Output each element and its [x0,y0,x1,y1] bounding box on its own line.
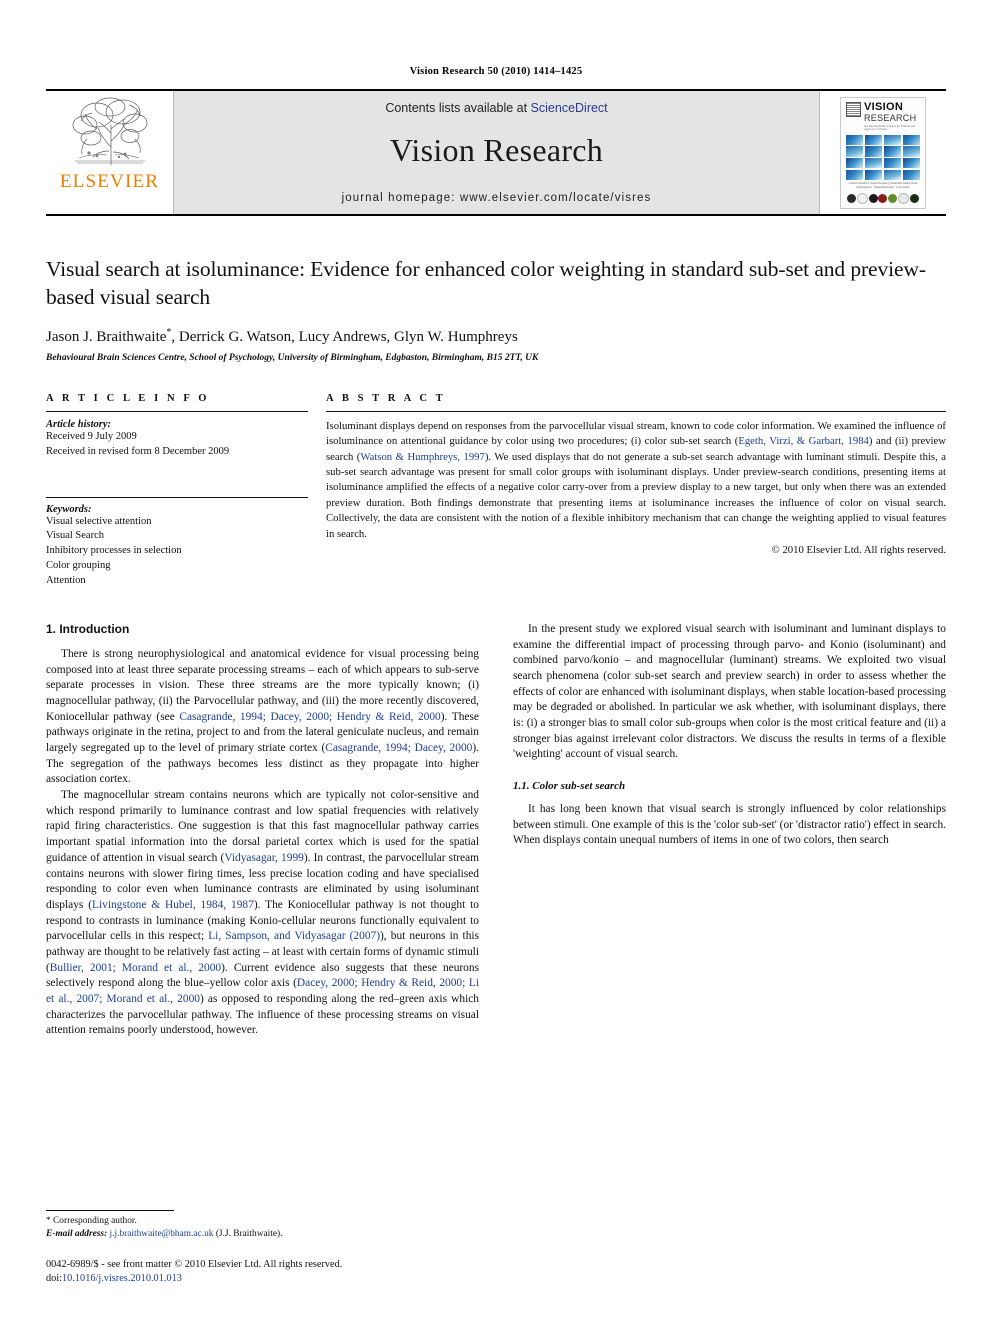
abstract-text: Isoluminant displays depend on responses… [326,419,946,542]
email-note: E-mail address: j.j.braithwaite@bham.ac.… [46,1228,479,1242]
author-first: Jason J. Braithwaite [46,328,167,345]
journal-masthead: ELSEVIER Contents lists available at Sci… [46,89,946,216]
copyright-line: © 2010 Elsevier Ltd. All rights reserved… [771,544,946,556]
divider [46,496,308,498]
footer-block: 0042-6989/$ - see front matter © 2010 El… [46,1258,479,1287]
doi-link[interactable]: 10.1016/j.visres.2010.01.013 [62,1273,182,1284]
citation-link[interactable]: Vidyasagar, 1999 [224,852,304,864]
citation-link[interactable]: Bullier, 2001; Morand et al., 2000 [50,962,221,974]
citation-link[interactable]: Livingstone & Hubel, 1984, 1987 [92,899,254,911]
masthead-center: Contents lists available at ScienceDirec… [174,91,819,214]
journal-title: Vision Research [389,132,604,168]
keyword-item: Visual Search [46,530,104,542]
contents-available-line: Contents lists available at ScienceDirec… [385,101,607,115]
cover-publisher-icon [846,101,861,117]
divider [46,410,308,412]
cover-figure-grid [846,134,920,181]
cover-title-line1: VISION [864,100,904,113]
citation-link[interactable]: Casagrande, 1994; Dacey, 2000; Hendry & … [179,711,440,723]
cover-caption: Contrast Sensitivity, Spatial Frequency,… [848,182,918,189]
article-history-label: Article history: [46,418,112,430]
page-title: Visual search at isoluminance: Evidence … [46,257,926,310]
divider [326,410,946,412]
paragraph: In the present study we explored visual … [513,623,946,761]
running-head: Vision Research 50 (2010) 1414–1425 [409,66,583,77]
cover-title-line2: RESEARCH [864,112,917,123]
citation-link[interactable]: Casagrande, 1994; Dacey, 2000 [325,742,472,754]
title-block: Visual search at isoluminance: Evidence … [46,216,946,363]
keyword-item: Color grouping [46,560,111,572]
article-history-received: Received 9 July 2009 [46,430,137,442]
journal-cover-block: VISION RESEARCH An International Journal… [819,91,946,214]
email-link[interactable]: j.j.braithwaite@bham.ac.uk [110,1229,214,1239]
footnote-area: * Corresponding author. E-mail address: … [46,1209,479,1287]
abstract-heading: A B S T R A C T [326,392,446,404]
citation-link[interactable]: Watson & Humphreys, 1997 [360,451,485,463]
abstract-column: A B S T R A C T Isoluminant displays dep… [326,393,946,589]
issn-copyright-line: 0042-6989/$ - see front matter © 2010 El… [46,1258,343,1270]
journal-cover-thumbnail[interactable]: VISION RESEARCH An International Journal… [840,96,926,209]
cover-subtitle: An International Journal for Functional … [864,123,916,131]
citation-link[interactable]: Li, Sampson, and Vidyasagar (2007) [208,930,380,942]
abstract-part: ). We used displays that do not generate… [326,450,946,540]
elsevier-logo-block: ELSEVIER [46,91,174,214]
sciencedirect-link[interactable]: ScienceDirect [531,101,608,115]
email-label: E-mail address: [46,1229,108,1240]
section-heading-introduction: 1. Introduction [46,622,130,637]
author-list: Jason J. Braithwaite*, Derrick G. Watson… [46,327,946,346]
contents-prefix: Contents lists available at [385,101,531,115]
body-columns: 1. Introduction There is strong neurophy… [46,622,946,1039]
paragraph: The magnocellular stream contains neuron… [46,788,479,1039]
paragraph: There is strong neurophysiological and a… [46,647,479,788]
left-column: 1. Introduction There is strong neurophy… [46,622,479,1039]
cover-dot-row [846,192,920,204]
right-column: In the present study we explored visual … [513,622,946,1039]
elsevier-tree-icon [72,97,147,165]
subsection-heading-color-sub-set-search: 1.1. Color sub-set search [513,780,626,793]
info-abstract-row: A R T I C L E I N F O Article history: R… [46,393,946,589]
elsevier-wordmark: ELSEVIER [59,171,160,192]
article-info-heading: A R T I C L E I N F O [46,392,210,404]
article-history-revised: Received in revised form 8 December 2009 [46,445,230,457]
keyword-item: Inhibitory processes in selection [46,545,182,557]
journal-homepage-link[interactable]: journal homepage: www.elsevier.com/locat… [342,192,652,204]
doi-line: doi:10.1016/j.visres.2010.01.013 [46,1272,479,1287]
email-suffix: (J.J. Braithwaite). [215,1229,283,1240]
corresponding-author-note: * Corresponding author. [46,1215,137,1226]
authors-remaining: , Derrick G. Watson, Lucy Andrews, Glyn … [171,328,518,345]
doi-label: doi: [46,1273,63,1285]
keyword-item: Attention [46,575,86,587]
article-info-column: A R T I C L E I N F O Article history: R… [46,393,308,589]
paper-page: Vision Research 50 (2010) 1414–1425 ELSE… [0,0,992,1323]
keywords-label: Keywords: [46,503,92,515]
footnote-divider [46,1209,174,1211]
affiliation: Behavioural Brain Sciences Centre, Schoo… [46,352,539,363]
keyword-item: Visual selective attention [46,515,152,527]
citation-link[interactable]: Egeth, Virzi, & Garbart, 1984 [738,435,869,447]
paragraph: It has long been known that visual searc… [513,803,946,847]
